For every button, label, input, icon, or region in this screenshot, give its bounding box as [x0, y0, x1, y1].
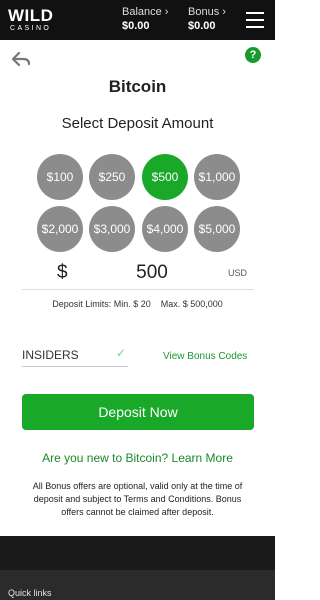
deposit-now-button[interactable]: Deposit Now	[22, 394, 254, 430]
back-arrow-icon[interactable]	[12, 52, 30, 66]
wild-casino-logo[interactable]: WILD CASINO	[8, 7, 64, 35]
currency-sign: $	[57, 262, 68, 283]
bonus-disclaimer: All Bonus offers are optional, valid onl…	[32, 481, 243, 517]
bonus-value: $0.00	[188, 20, 216, 32]
amount-field-row: $ USD	[22, 256, 254, 290]
amount-button-4000[interactable]: $4,000	[142, 206, 188, 252]
footer-band	[0, 536, 275, 570]
amount-button-3000[interactable]: $3,000	[89, 206, 135, 252]
chevron-right-icon: ›	[164, 6, 169, 18]
balance-display[interactable]: Balance › $0.00	[122, 6, 168, 33]
deposit-panel: ? Bitcoin Select Deposit Amount $100 $25…	[0, 40, 275, 536]
logo-word: WILD	[8, 6, 54, 25]
amount-button-2000[interactable]: $2,000	[37, 206, 83, 252]
amount-button-100[interactable]: $100	[37, 154, 83, 200]
currency-code: USD	[228, 268, 248, 278]
amount-button-500[interactable]: $500	[142, 154, 188, 200]
promo-code-field: ✓	[22, 345, 128, 367]
quick-links-heading[interactable]: Quick links	[8, 588, 52, 598]
chevron-right-icon: ›	[222, 6, 226, 18]
promo-code-input[interactable]	[22, 345, 112, 365]
learn-more-link[interactable]: Are you new to Bitcoin? Learn More	[0, 451, 275, 465]
page-title: Bitcoin	[108, 77, 167, 96]
balance-value: $0.00	[122, 20, 150, 32]
deposit-limits: Deposit Limits: Min. $ 20 Max. $ 500,000	[52, 299, 223, 309]
section-subtitle: Select Deposit Amount	[61, 115, 214, 132]
bonus-label: Bonus	[188, 6, 220, 18]
balance-label: Balance	[122, 6, 162, 18]
amount-button-1000[interactable]: $1,000	[194, 154, 240, 200]
footer: Quick links	[0, 570, 275, 600]
view-bonus-codes-link[interactable]: View Bonus Codes	[163, 351, 247, 362]
menu-icon[interactable]	[246, 12, 264, 28]
amount-button-5000[interactable]: $5,000	[194, 206, 240, 252]
top-bar: WILD CASINO Balance › $0.00 Bonus › $0.00	[0, 0, 275, 40]
help-icon[interactable]: ?	[245, 47, 261, 63]
amount-input[interactable]	[92, 256, 212, 290]
check-icon: ✓	[116, 346, 127, 360]
logo-subtitle: CASINO	[10, 25, 52, 32]
bonus-display[interactable]: Bonus › $0.00	[188, 6, 226, 33]
amount-button-250[interactable]: $250	[89, 154, 135, 200]
